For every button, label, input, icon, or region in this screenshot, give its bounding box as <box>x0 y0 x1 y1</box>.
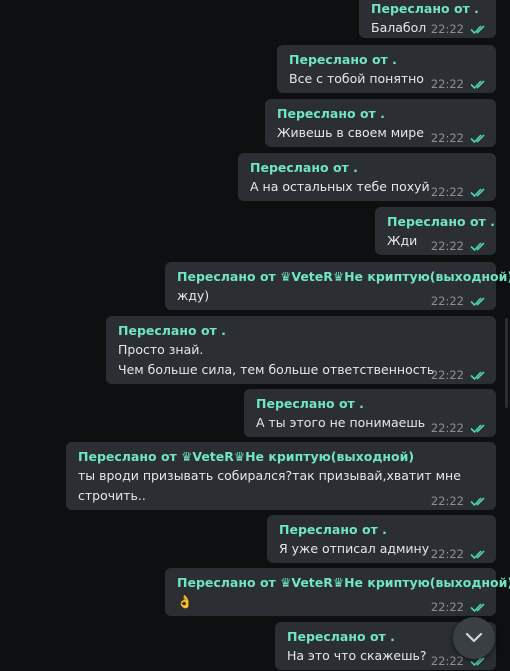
message-time: 22:22 <box>430 494 464 508</box>
message-time: 22:22 <box>430 421 464 435</box>
chat-history: Переслано от . Балабол 22:22 Переслано о… <box>0 0 510 671</box>
message-text: ты вроди призывать собирался?так призыва… <box>78 468 461 483</box>
chevron-down-icon <box>465 632 483 643</box>
double-check-icon <box>470 424 485 434</box>
forwarded-from[interactable]: Переслано от . <box>289 51 486 69</box>
forwarded-from[interactable]: Переслано от . <box>387 213 495 231</box>
message-meta: 22:22 <box>431 547 488 561</box>
message-bubble[interactable]: Переслано от . Я уже отписал админу 22:2… <box>267 515 496 563</box>
forwarded-from[interactable]: Переслано от ♛VeteR♛Не криптую(выходной) <box>177 574 510 592</box>
double-check-icon <box>470 134 485 144</box>
message-meta: 22:22 <box>431 600 488 614</box>
forwarded-from[interactable]: Переслано от . <box>250 159 486 177</box>
double-check-icon <box>470 80 485 90</box>
message-time: 22:22 <box>430 547 464 561</box>
message-meta: 22:22 <box>431 239 488 253</box>
message-bubble[interactable]: Переслано от . Балабол 22:22 <box>359 0 496 38</box>
forwarded-from[interactable]: Переслано от ♛VeteR♛Не криптую(выходной) <box>78 448 486 466</box>
message-meta: 22:22 <box>431 494 488 508</box>
message-bubble[interactable]: Переслано от ♛VeteR♛Не криптую(выходной)… <box>165 262 510 310</box>
double-check-icon <box>470 497 485 507</box>
double-check-icon <box>470 550 485 560</box>
message-time: 22:22 <box>430 294 464 308</box>
message-meta: 22:22 <box>431 131 488 145</box>
double-check-icon <box>470 603 485 613</box>
double-check-icon <box>470 25 485 35</box>
message-bubble[interactable]: Переслано от ♛VeteR♛Не криптую(выходной)… <box>165 568 510 616</box>
message-time: 22:22 <box>430 131 464 145</box>
forwarded-from[interactable]: Переслано от . <box>279 521 486 539</box>
message-time: 22:22 <box>430 654 464 668</box>
message-bubble[interactable]: Переслано от . Жди 22:22 <box>375 207 496 255</box>
message-bubble[interactable]: Переслано от . Все с тобой понятно 22:22 <box>277 45 496 93</box>
message-meta: 22:22 <box>431 22 488 36</box>
message-bubble[interactable]: Переслано от . Живешь в своем мире 22:22 <box>265 99 496 147</box>
forwarded-from[interactable]: Переслано от . <box>256 395 486 413</box>
message-time: 22:22 <box>430 239 464 253</box>
message-time: 22:22 <box>430 22 464 36</box>
double-check-icon <box>470 188 485 198</box>
message-bubble[interactable]: Переслано от . А ты этого не понимаешь 2… <box>244 389 496 437</box>
forwarded-from[interactable]: Переслано от . <box>277 105 486 123</box>
forwarded-from[interactable]: Переслано от . <box>118 322 486 340</box>
message-bubble[interactable]: Переслано от . Просто знай. Чем больше с… <box>106 316 496 384</box>
forwarded-from[interactable]: Переслано от . <box>371 0 486 18</box>
message-meta: 22:22 <box>431 421 488 435</box>
message-time: 22:22 <box>430 185 464 199</box>
forwarded-from[interactable]: Переслано от ♛VeteR♛Не криптую(выходной) <box>177 268 510 286</box>
message-bubble[interactable]: Переслано от . А на остальных тебе похуй… <box>238 153 496 201</box>
message-bubble[interactable]: Переслано от ♛VeteR♛Не криптую(выходной)… <box>66 442 496 510</box>
scrollbar[interactable] <box>505 318 508 408</box>
double-check-icon <box>470 242 485 252</box>
message-meta: 22:22 <box>431 294 488 308</box>
double-check-icon <box>470 297 485 307</box>
message-text: строчить.. <box>78 488 146 503</box>
message-time: 22:22 <box>430 600 464 614</box>
scroll-to-bottom-button[interactable] <box>453 617 495 659</box>
message-meta: 22:22 <box>431 77 488 91</box>
message-time: 22:22 <box>430 368 464 382</box>
double-check-icon <box>470 371 485 381</box>
message-meta: 22:22 <box>431 368 488 382</box>
message-meta: 22:22 <box>431 185 488 199</box>
message-time: 22:22 <box>430 77 464 91</box>
message-text: Просто знай. <box>118 342 204 357</box>
